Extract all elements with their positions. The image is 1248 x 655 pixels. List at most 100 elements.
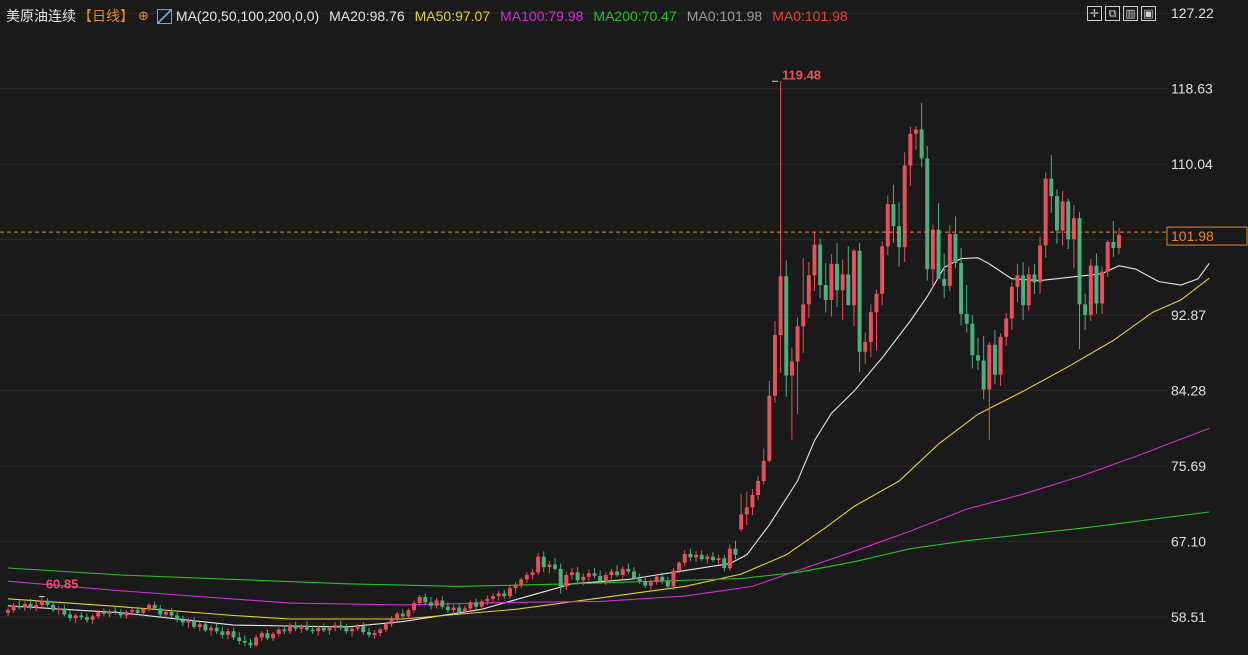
candle-body xyxy=(643,581,648,586)
candle-body xyxy=(964,313,969,324)
candle-body xyxy=(812,244,817,276)
ma-indicator-icon[interactable] xyxy=(156,8,172,24)
y-tick-label: 67.10 xyxy=(1171,534,1206,550)
ma-params[interactable]: MA(20,50,100,200,0,0) xyxy=(176,8,319,24)
candle-body xyxy=(513,584,518,589)
candle-body xyxy=(84,617,89,620)
candle-body xyxy=(220,631,225,635)
candle-body xyxy=(62,608,67,615)
ma50-value: MA50:97.07 xyxy=(414,8,491,24)
candle-body xyxy=(1015,275,1020,287)
candle-body xyxy=(507,588,512,597)
candle-body xyxy=(1105,241,1110,272)
candle-body xyxy=(885,204,890,247)
candle-body xyxy=(299,625,304,629)
candle-body xyxy=(1111,241,1116,249)
period-selector[interactable]: 【日线】 xyxy=(78,6,134,26)
candlestick-chart[interactable]: 119.4860.8554.98 127.22118.63110.04101.4… xyxy=(0,0,1248,655)
candle-body xyxy=(378,629,383,634)
last-price-label: 101.98 xyxy=(1171,228,1214,244)
settings-circle-icon[interactable]: ⊕ xyxy=(138,8,149,24)
candle-body xyxy=(874,293,879,313)
candle-body xyxy=(1004,318,1009,337)
candle-body xyxy=(727,548,732,568)
candle-body xyxy=(434,600,439,606)
candle-body xyxy=(1083,304,1088,315)
candle-up xyxy=(1088,258,1093,322)
ma100-value: MA100:79.98 xyxy=(500,8,584,24)
candle-body xyxy=(372,633,377,635)
candle-body xyxy=(1077,218,1082,305)
crosshair-icon[interactable]: ✛ xyxy=(1087,6,1102,21)
candle-body xyxy=(383,624,388,630)
candle-body xyxy=(778,276,783,336)
candle-body xyxy=(282,629,287,632)
candle-body xyxy=(248,642,253,646)
candle-body xyxy=(445,606,450,611)
candle-body xyxy=(163,611,168,615)
fullscreen-icon[interactable]: ▣ xyxy=(1141,6,1156,21)
candle-body xyxy=(756,480,761,496)
candle-body xyxy=(355,625,360,629)
candle-body xyxy=(124,611,129,616)
candle-body xyxy=(428,602,433,606)
candle-body xyxy=(28,604,33,608)
candle-body xyxy=(17,605,22,608)
candle-body xyxy=(891,204,896,227)
candle-body xyxy=(998,336,1003,375)
candle-body xyxy=(840,274,845,291)
candle-body xyxy=(987,344,992,390)
candle-body xyxy=(147,604,151,610)
candle-body xyxy=(569,572,574,576)
chart-background xyxy=(0,0,1248,655)
candle-body xyxy=(96,611,101,617)
candle-body xyxy=(406,610,411,617)
candle-body xyxy=(970,323,975,356)
y-tick-label: 58.51 xyxy=(1171,609,1206,625)
candle-body xyxy=(902,165,907,248)
candle-body xyxy=(496,593,501,597)
candle-body xyxy=(575,572,580,581)
candle-body xyxy=(366,632,371,635)
candle-body xyxy=(118,612,123,616)
candle-body xyxy=(169,611,174,616)
candle-body xyxy=(304,625,309,630)
candle-up xyxy=(1043,172,1048,258)
candle-body xyxy=(665,581,670,587)
candle-body xyxy=(1043,178,1048,246)
candle-body xyxy=(1100,271,1105,304)
candle-body xyxy=(829,263,834,300)
candle-body xyxy=(564,575,569,587)
candle-body xyxy=(68,614,73,619)
candle-body xyxy=(333,625,338,628)
chart-toolbar: ✛ ⧉ ▥ ▣ xyxy=(1087,6,1156,21)
candle-body xyxy=(541,556,546,568)
candle-body xyxy=(56,608,61,611)
indicator-panel-icon[interactable]: ⧉ xyxy=(1105,6,1120,21)
candle-body xyxy=(823,284,828,300)
candle-body xyxy=(857,250,862,352)
candle-body xyxy=(744,507,749,515)
candle-body xyxy=(344,627,349,632)
candle-body xyxy=(863,342,868,352)
candle-body xyxy=(654,576,659,583)
candle-body xyxy=(276,629,281,634)
candle-body xyxy=(699,554,704,560)
chart-layout-icon[interactable]: ▥ xyxy=(1123,6,1138,21)
candle-body xyxy=(462,608,467,612)
candle-body xyxy=(688,553,693,558)
candle-body xyxy=(761,460,766,481)
candle-body xyxy=(603,575,608,582)
candle-body xyxy=(361,625,366,633)
candle-body xyxy=(180,619,185,623)
candle-body xyxy=(293,625,298,629)
instrument-name: 美原油连续 xyxy=(6,8,76,24)
candle-body xyxy=(113,611,118,613)
candle-body xyxy=(789,361,794,376)
candle-body xyxy=(175,615,180,620)
candle-body xyxy=(959,263,964,314)
candle-body xyxy=(79,615,84,618)
candle-body xyxy=(22,604,27,608)
candle-up xyxy=(1105,240,1110,278)
candle-body xyxy=(981,360,986,390)
